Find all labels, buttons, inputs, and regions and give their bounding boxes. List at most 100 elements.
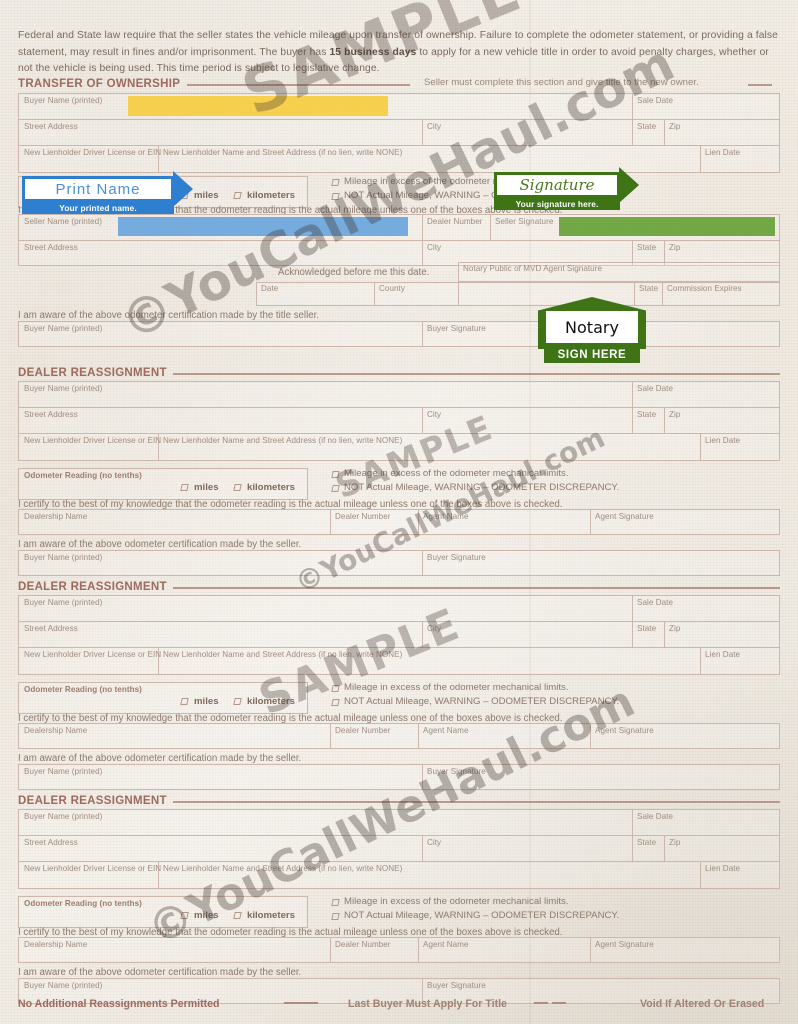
intro-paragraph: Federal and State law require that the s… xyxy=(18,28,780,78)
label-dealership-name-1: Dealership Name xyxy=(24,512,88,521)
footer-dash-2b xyxy=(552,1002,566,1004)
checkbox-kilometers-3[interactable] xyxy=(233,912,242,919)
address-block-2 xyxy=(18,595,780,675)
label-buyer-name-3: Buyer Name (printed) xyxy=(24,812,103,821)
lien-date-divider xyxy=(700,647,701,675)
statement-aware-seller-1: I am aware of the above odometer certifi… xyxy=(18,539,302,550)
row-divider xyxy=(18,861,780,862)
label-zip-seller: Zip xyxy=(669,243,681,252)
section-heading-3: DEALER REASSIGNMENT xyxy=(18,795,167,807)
checkbox-excess-limits-2[interactable] xyxy=(331,685,340,692)
lien-date-divider xyxy=(700,861,701,889)
callout-print-name-arrow-icon xyxy=(173,171,193,207)
label-excess-limits-2: Mileage in excess of the odometer mechan… xyxy=(344,682,569,693)
callout-print-name: Print Name Your printed name. xyxy=(22,171,196,214)
row-divider xyxy=(18,621,780,622)
section-note-0: Seller must complete this section and gi… xyxy=(424,77,699,88)
county-divider xyxy=(374,282,375,306)
notary-sign-here-label: SIGN HERE xyxy=(544,347,640,363)
section-heading-1: DEALER REASSIGNMENT xyxy=(18,367,167,379)
section-heading-2: DEALER REASSIGNMENT xyxy=(18,581,167,593)
highlight-buyer-name xyxy=(128,96,388,116)
checkbox-not-actual-2[interactable] xyxy=(331,699,340,706)
label-buyer-name-ack-2: Buyer Name (printed) xyxy=(24,767,103,776)
label-dealer-number: Dealer Number xyxy=(427,217,483,226)
city-divider xyxy=(422,835,423,861)
statement-acknowledged: Acknowledged before me this date. xyxy=(278,267,430,278)
checkbox-excess-limits-3[interactable] xyxy=(331,899,340,906)
checkbox-not-actual-3[interactable] xyxy=(331,913,340,920)
label-zip-0: Zip xyxy=(669,122,681,131)
checkbox-not-actual-0[interactable] xyxy=(331,193,340,200)
address-block-3 xyxy=(18,809,780,889)
label-zip-1: Zip xyxy=(669,410,681,419)
checkbox-miles-3[interactable] xyxy=(180,912,189,919)
city-divider xyxy=(422,240,423,266)
checkbox-kilometers-2[interactable] xyxy=(233,698,242,705)
intro-emphasis: 15 business days xyxy=(329,46,417,58)
checkbox-kilometers-0[interactable] xyxy=(233,192,242,199)
row-divider xyxy=(18,835,780,836)
callout-print-name-subtitle: Your printed name. xyxy=(59,203,137,213)
label-dealership-name-2: Dealership Name xyxy=(24,726,88,735)
label-city-0: City xyxy=(427,122,442,131)
footer-center: Last Buyer Must Apply For Title xyxy=(348,998,507,1010)
label-lien-date-3: Lien Date xyxy=(705,864,741,873)
callout-signature-body: Signature xyxy=(494,172,620,198)
label-state-2: State xyxy=(637,624,657,633)
checkbox-excess-limits-1[interactable] xyxy=(331,471,340,478)
label-notary-agent-signature: Notary Public of MVD Agent Signature xyxy=(463,264,603,273)
label-notary-state: State xyxy=(639,284,659,293)
zip-divider xyxy=(664,407,665,433)
checkbox-miles-1[interactable] xyxy=(180,484,189,491)
callout-signature-arrow-icon xyxy=(619,167,639,203)
section-rule-0 xyxy=(187,84,410,86)
label-agent-name-2: Agent Name xyxy=(423,726,469,735)
city-divider xyxy=(422,621,423,647)
label-buyer-signature-3: Buyer Signature xyxy=(427,981,486,990)
agent-name-divider-2 xyxy=(418,723,419,749)
label-street-address-0: Street Address xyxy=(24,122,78,131)
label-not-actual-3: NOT Actual Mileage, WARNING – ODOMETER D… xyxy=(344,910,620,921)
notary-sig-divider xyxy=(458,282,459,306)
dealer-number-divider-1 xyxy=(330,509,331,535)
checkbox-kilometers-1[interactable] xyxy=(233,484,242,491)
label-street-address-3: Street Address xyxy=(24,838,78,847)
sale-date-divider xyxy=(632,809,633,861)
checkbox-miles-2[interactable] xyxy=(180,698,189,705)
label-odometer-reading-1: Odometer Reading (no tenths) xyxy=(24,471,142,480)
agent-signature-divider-1 xyxy=(590,509,591,535)
label-city-2: City xyxy=(427,624,442,633)
label-buyer-name-1: Buyer Name (printed) xyxy=(24,384,103,393)
buyer-ack-block-1 xyxy=(18,550,780,576)
commission-divider xyxy=(662,282,663,306)
agent-signature-divider-3 xyxy=(590,937,591,963)
label-buyer-name-ack-1: Buyer Name (printed) xyxy=(24,553,103,562)
intro-line-1: Federal and State law require that the s… xyxy=(18,30,689,41)
label-agent-signature-1: Agent Signature xyxy=(595,512,654,521)
label-lienholder-name-3: New Lienholder Name and Street Address (… xyxy=(163,864,403,873)
footer-left: No Additional Reassignments Permitted xyxy=(18,998,220,1010)
address-block-1 xyxy=(18,381,780,461)
buyer-signature-divider xyxy=(422,321,423,347)
checkbox-not-actual-1[interactable] xyxy=(331,485,340,492)
label-lienholder-name-0: New Lienholder Name and Street Address (… xyxy=(163,148,403,157)
label-dealer-number-2: Dealer Number xyxy=(335,726,391,735)
agent-name-divider-1 xyxy=(418,509,419,535)
lien-date-divider xyxy=(700,433,701,461)
label-miles-3: miles xyxy=(194,910,219,921)
statement-aware-title-seller: I am aware of the above odometer certifi… xyxy=(18,310,320,321)
lien-date-divider xyxy=(700,145,701,173)
dealer-number-divider-2 xyxy=(330,723,331,749)
callout-print-name-title: Print Name xyxy=(55,180,141,198)
dealer-number-divider-3 xyxy=(330,937,331,963)
section-rule-2 xyxy=(173,587,780,589)
sale-date-divider xyxy=(632,381,633,433)
label-street-address-1: Street Address xyxy=(24,410,78,419)
label-sale-date-0: Sale Date xyxy=(637,96,673,105)
callout-signature-title: Signature xyxy=(519,176,595,194)
zip-divider xyxy=(664,119,665,145)
zip-divider xyxy=(664,835,665,861)
highlight-seller-signature xyxy=(559,217,775,236)
checkbox-excess-limits-0[interactable] xyxy=(331,179,340,186)
